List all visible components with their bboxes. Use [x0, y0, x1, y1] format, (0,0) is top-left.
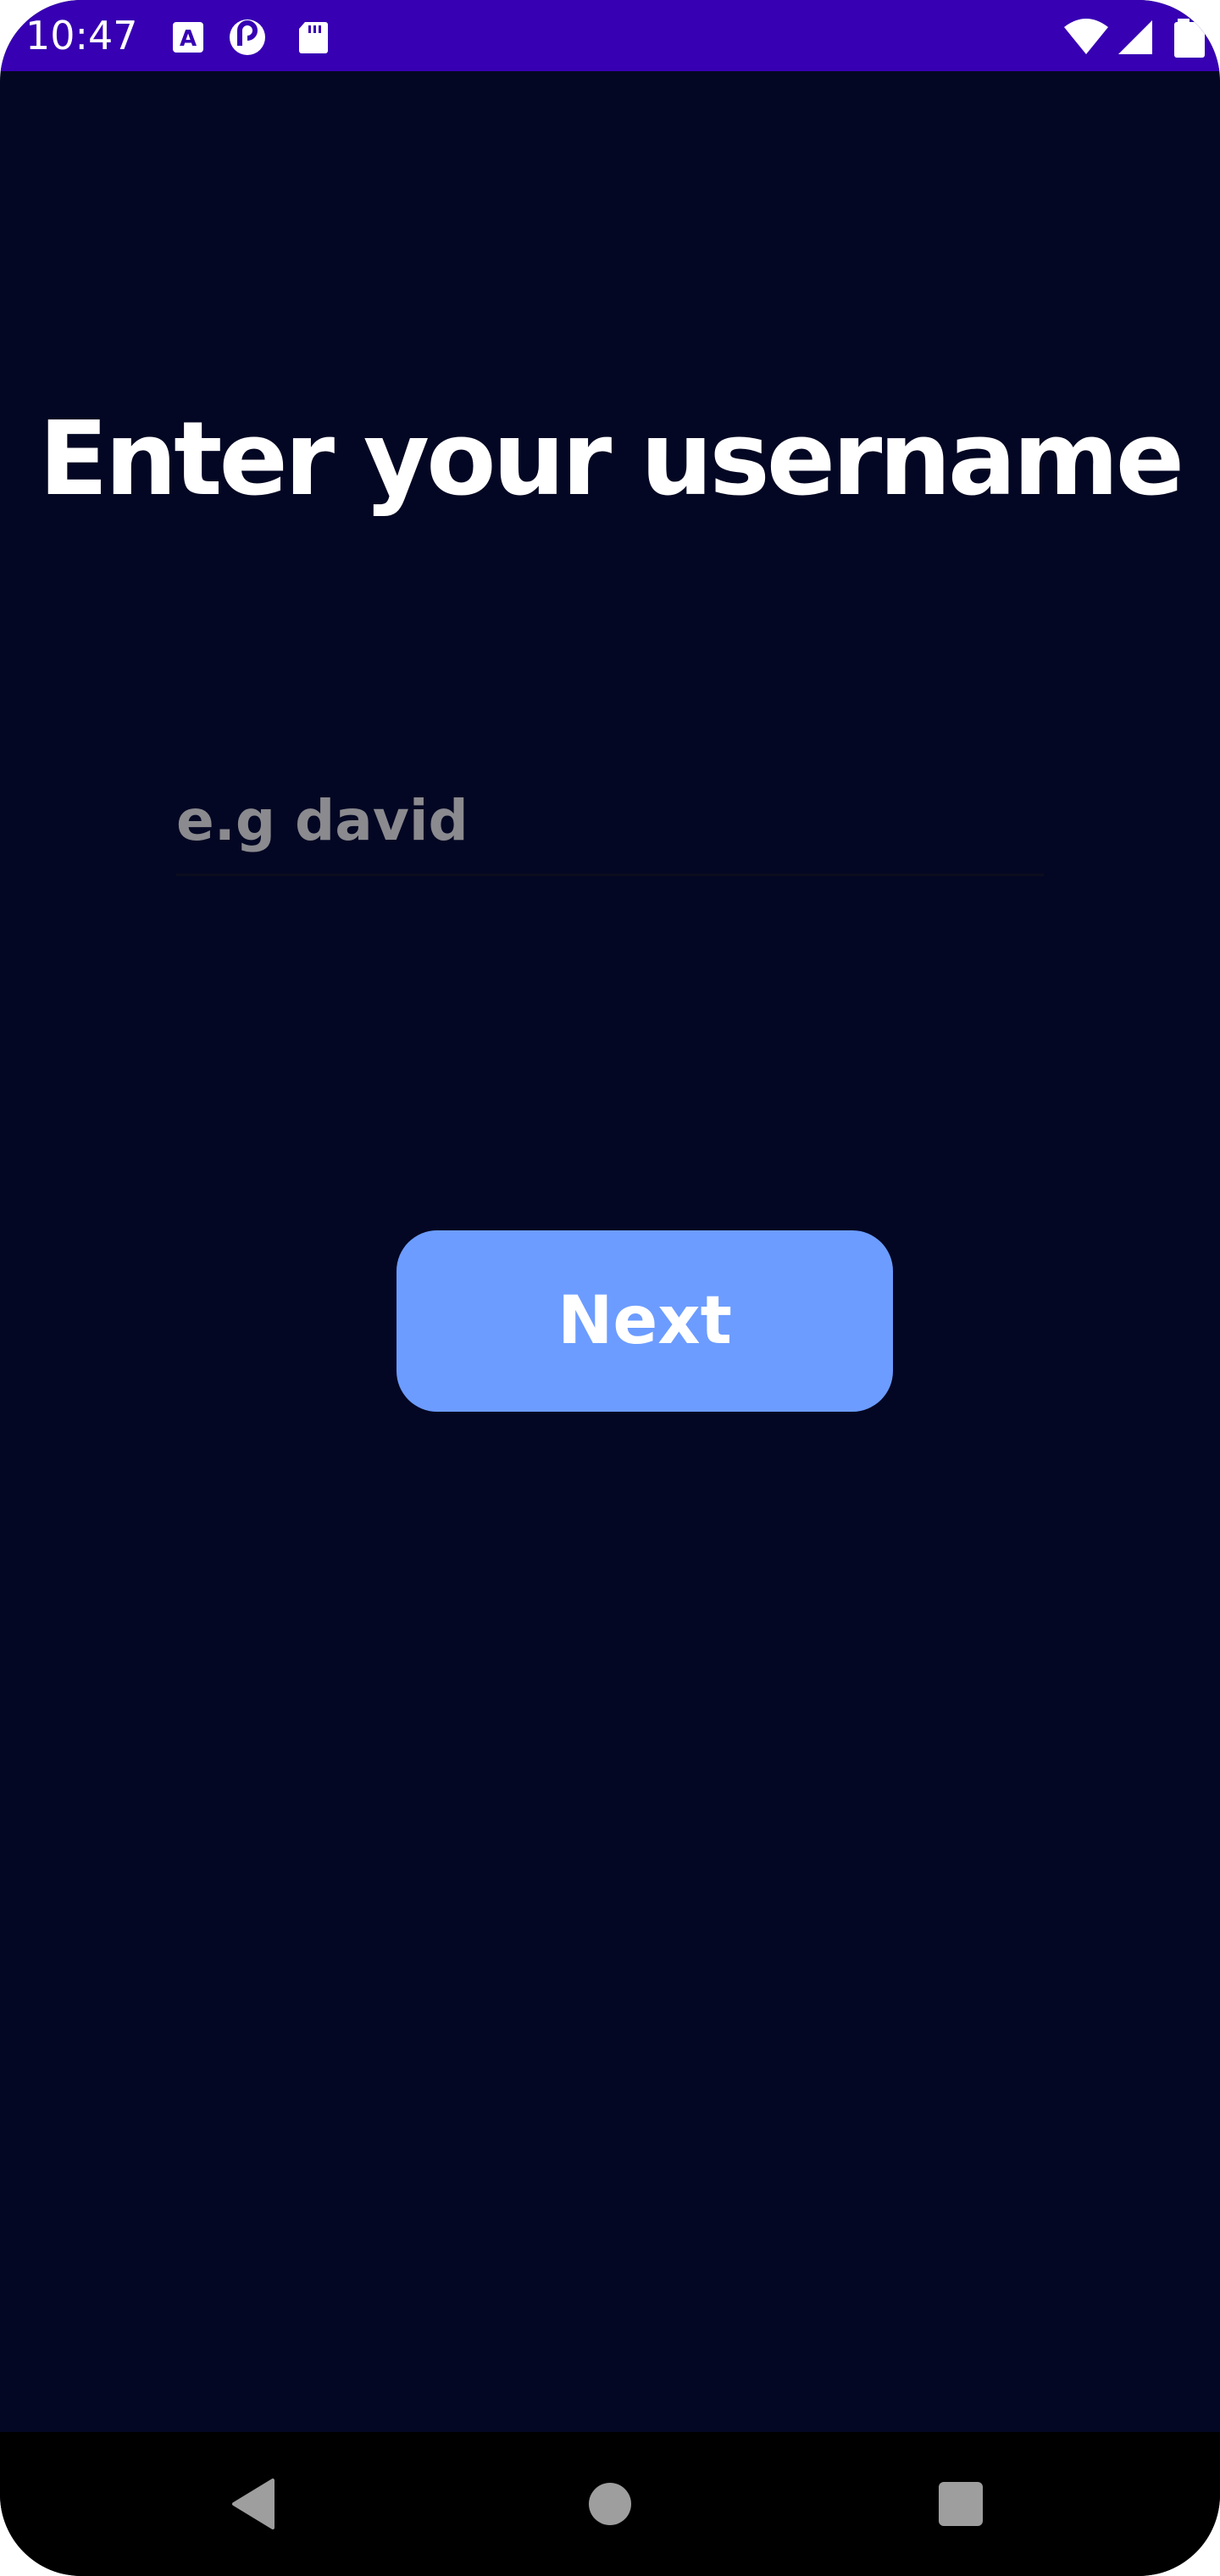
next-button[interactable]: Next: [396, 1230, 893, 1412]
status-bar: 10:47 A: [0, 0, 1220, 71]
pocket-casts-icon: [227, 17, 268, 58]
svg-text:A: A: [180, 26, 197, 52]
sd-card-icon: [293, 17, 334, 58]
text-a-notification-icon: A: [168, 17, 208, 58]
home-icon[interactable]: [568, 2462, 652, 2546]
recents-icon[interactable]: [918, 2462, 1003, 2546]
navigation-bar: [0, 2432, 1220, 2576]
cell-signal-icon: [1115, 17, 1156, 58]
username-field-container: [176, 768, 1044, 880]
username-input[interactable]: [176, 768, 1044, 876]
status-time: 10:47: [25, 13, 138, 58]
phone-screen: 10:47 A Enter your username e.g david Ne…: [0, 0, 1220, 2576]
wifi-icon: [1062, 15, 1110, 58]
page-title: Enter your username: [38, 401, 1184, 519]
battery-icon: [1173, 17, 1206, 58]
back-icon[interactable]: [212, 2462, 297, 2546]
